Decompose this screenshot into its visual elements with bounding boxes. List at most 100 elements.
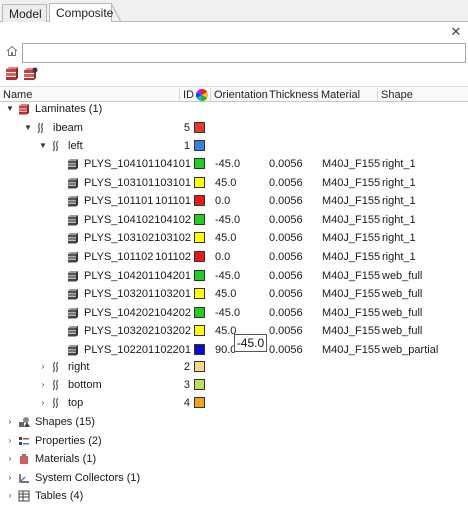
ply-shape[interactable]: right_1 — [382, 192, 416, 210]
color-swatch[interactable] — [194, 140, 205, 151]
ply-material[interactable]: M40J_F155 — [322, 267, 380, 285]
ply-orientation[interactable]: -45.0 — [215, 155, 240, 173]
ply-shape[interactable]: right_1 — [382, 229, 416, 247]
tree-row-left[interactable]: ▼ left 1 — [0, 137, 468, 155]
ply-shape[interactable]: web_full — [382, 267, 422, 285]
ply-id: 104102 — [154, 213, 191, 226]
color-swatch[interactable] — [194, 288, 205, 300]
ply-thickness[interactable]: 0.0056 — [269, 285, 303, 303]
ply-shape[interactable]: web_partial — [382, 341, 438, 359]
ply-thickness[interactable]: 0.0056 — [269, 341, 303, 359]
ply-shape[interactable]: web_full — [382, 285, 422, 303]
ply-row[interactable]: PLYS_103101 103101 45.0 0.0056 M40J_F155 righ… — [0, 174, 468, 192]
ply-name: PLYS_101101 — [84, 195, 154, 208]
ply-orientation[interactable]: -45.0 — [215, 304, 240, 322]
home-icon[interactable] — [6, 45, 18, 57]
ply-thickness[interactable]: 0.0056 — [269, 229, 303, 247]
tree-row-properties[interactable]: › Properties (2) — [0, 432, 468, 450]
create-laminate-icon[interactable] — [4, 66, 20, 82]
color-swatch[interactable] — [194, 158, 205, 169]
ply-material[interactable]: M40J_F155 — [322, 192, 380, 210]
ply-row[interactable]: PLYS_103102 103102 45.0 0.0056 M40J_F155 righ… — [0, 229, 468, 247]
tree-row-right[interactable]: › right 2 — [0, 358, 468, 376]
tree-row-system-collectors[interactable]: › System Collectors (1) — [0, 469, 468, 487]
color-swatch[interactable] — [194, 306, 205, 318]
ply-row[interactable]: PLYS_104101 104101 -45.0 0.0056 M40J_F155 rig… — [0, 155, 468, 173]
collapse-arrow-icon[interactable]: ▼ — [39, 137, 47, 155]
tree-label: System Collectors (1) — [35, 472, 141, 484]
ply-material[interactable]: M40J_F155 — [322, 285, 380, 303]
tree-row-bottom[interactable]: › bottom 3 — [0, 376, 468, 394]
ply-thickness[interactable]: 0.0056 — [269, 174, 303, 192]
ply-row[interactable]: PLYS_101101 101101 0.0 0.0056 M40J_F155 right… — [0, 192, 468, 210]
ply-orientation[interactable]: -45.0 — [215, 267, 240, 285]
ply-shape[interactable]: right_1 — [382, 248, 416, 266]
ply-thickness[interactable]: 0.0056 — [269, 192, 303, 210]
ply-material[interactable]: M40J_F155 — [322, 322, 380, 340]
expand-arrow-icon[interactable]: › — [6, 469, 14, 487]
ply-thickness[interactable]: 0.0056 — [269, 322, 303, 340]
close-icon[interactable]: ✕ — [450, 25, 462, 38]
create-ply-icon[interactable] — [22, 66, 38, 82]
tab-composite[interactable]: Composite — [49, 3, 113, 22]
ply-thickness[interactable]: 0.0056 — [269, 267, 303, 285]
color-swatch[interactable] — [194, 379, 205, 390]
color-swatch[interactable] — [194, 213, 205, 225]
ply-thickness[interactable]: 0.0056 — [269, 155, 303, 173]
color-swatch[interactable] — [194, 195, 205, 207]
expand-arrow-icon[interactable]: › — [6, 450, 14, 468]
color-swatch[interactable] — [194, 232, 205, 244]
ply-orientation[interactable]: 0.0 — [215, 192, 230, 210]
collapse-arrow-icon[interactable]: ▼ — [24, 119, 32, 137]
expand-arrow-icon[interactable]: › — [39, 358, 47, 376]
ply-material[interactable]: M40J_F155 — [322, 174, 380, 192]
tree-row-top[interactable]: › top 4 — [0, 394, 468, 412]
tree-row-laminates[interactable]: ▼ Laminates (1) — [0, 100, 468, 118]
collapse-arrow-icon[interactable]: ▼ — [6, 100, 14, 118]
ply-thickness[interactable]: 0.0056 — [269, 304, 303, 322]
ply-shape[interactable]: right_1 — [382, 155, 416, 173]
ply-orientation[interactable]: 0.0 — [215, 248, 230, 266]
expand-arrow-icon[interactable]: › — [6, 487, 14, 505]
ply-thickness[interactable]: 0.0056 — [269, 248, 303, 266]
ply-row[interactable]: PLYS_103201 103201 45.0 0.0056 M40J_F155 web_… — [0, 285, 468, 303]
tree-row-tables[interactable]: › Tables (4) — [0, 487, 468, 505]
color-swatch[interactable] — [194, 122, 205, 133]
color-swatch[interactable] — [194, 397, 205, 408]
color-swatch[interactable] — [194, 251, 205, 262]
search-input[interactable] — [22, 43, 466, 63]
expand-arrow-icon[interactable]: › — [39, 394, 47, 412]
ply-orientation[interactable]: -45.0 — [215, 211, 240, 229]
expand-arrow-icon[interactable]: › — [39, 376, 47, 394]
ply-orientation[interactable]: 45.0 — [215, 174, 236, 192]
ply-shape[interactable]: right_1 — [382, 174, 416, 192]
color-swatch[interactable] — [194, 361, 205, 372]
ply-orientation[interactable]: 45.0 — [215, 229, 236, 247]
ply-orientation[interactable]: 45.0 — [215, 285, 236, 303]
tab-model[interactable]: Model — [2, 4, 47, 22]
ply-row[interactable]: PLYS_101102 101102 0.0 0.0056 M40J_F155 right… — [0, 248, 468, 266]
ply-material[interactable]: M40J_F155 — [322, 341, 380, 359]
tree-row-ibeam[interactable]: ▼ ibeam 5 — [0, 119, 468, 137]
ply-material[interactable]: M40J_F155 — [322, 229, 380, 247]
expand-arrow-icon[interactable]: › — [6, 413, 14, 431]
color-swatch[interactable] — [194, 344, 205, 355]
ply-shape[interactable]: right_1 — [382, 211, 416, 229]
color-swatch[interactable] — [194, 269, 205, 281]
ply-row[interactable]: PLYS_104202 104202 -45.0 0.0056 M40J_F155 web… — [0, 304, 468, 322]
ply-material[interactable]: M40J_F155 — [322, 248, 380, 266]
ply-thickness[interactable]: 0.0056 — [269, 211, 303, 229]
color-swatch[interactable] — [194, 325, 205, 337]
ply-material[interactable]: M40J_F155 — [322, 155, 380, 173]
color-swatch[interactable] — [194, 176, 205, 188]
ply-row[interactable]: PLYS_104102 104102 -45.0 0.0056 M40J_F155 rig… — [0, 211, 468, 229]
ply-material[interactable]: M40J_F155 — [322, 211, 380, 229]
tree-row-shapes[interactable]: › Shapes (15) — [0, 413, 468, 431]
expand-arrow-icon[interactable]: › — [6, 432, 14, 450]
ply-row[interactable]: PLYS_104201 104201 -45.0 0.0056 M40J_F155 web… — [0, 267, 468, 285]
ply-shape[interactable]: web_full — [382, 322, 422, 340]
ply-material[interactable]: M40J_F155 — [322, 304, 380, 322]
ply-shape[interactable]: web_full — [382, 304, 422, 322]
tree-row-materials[interactable]: › Materials (1) — [0, 450, 468, 468]
orientation-edit-tooltip[interactable]: -45.0 — [234, 334, 267, 352]
